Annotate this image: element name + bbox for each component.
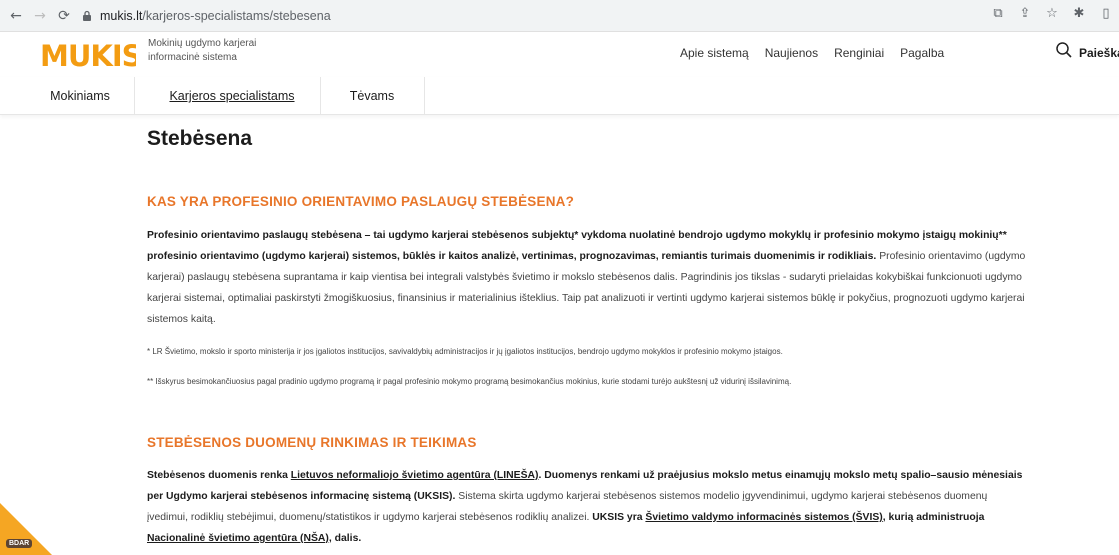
site-tagline: Mokinių ugdymo karjerai informacinė sist… (148, 38, 257, 63)
section2-bold-1: Stebėsenos duomenis renka (147, 470, 291, 481)
section2-bold-3: UKSIS yra (592, 512, 646, 523)
section2-paragraph: Stebėsenos duomenis renka Lietuvos nefor… (147, 465, 1027, 549)
section1-text: Profesinio orientavimo (ugdymo karjerai)… (147, 251, 1026, 325)
audience-navigation: Mokiniams Karjeros specialistams Tėvams (0, 77, 1119, 115)
link-nsa[interactable]: Nacionalinė švietimo agentūra (NŠA) (147, 533, 329, 544)
page-title: Stebėsena (147, 127, 253, 150)
site-header: MUKIS Mokinių ugdymo karjerai informacin… (0, 32, 1119, 77)
tab-tevams[interactable]: Tėvams (322, 77, 422, 115)
back-icon[interactable]: ← (6, 6, 26, 26)
link-svis[interactable]: Švietimo valdymo informacinės sistemos (… (645, 512, 882, 523)
address-bar[interactable]: mukis.lt/karjeros-specialistams/stebesen… (80, 4, 1080, 28)
browser-toolbar: ← → ⟳ mukis.lt/karjeros-specialistams/st… (0, 0, 1119, 32)
side-panel-icon[interactable]: ▯ (1099, 6, 1113, 21)
bdar-privacy-badge[interactable]: BDAR (0, 503, 52, 555)
nav-naujienos[interactable]: Naujienos (765, 46, 818, 60)
bookmark-star-icon[interactable]: ☆ (1045, 6, 1059, 21)
extensions-icon[interactable]: ✱ (1072, 6, 1086, 21)
section-title-data-collection: STEBĖSENOS DUOMENŲ RINKIMAS IR TEIKIMAS (147, 435, 477, 450)
lock-icon (80, 9, 94, 23)
search-icon[interactable] (1055, 41, 1073, 59)
url-text: mukis.lt/karjeros-specialistams/stebesen… (100, 9, 331, 23)
link-linesa[interactable]: Lietuvos neformaliojo švietimo agentūra … (291, 470, 539, 481)
nav-pagalba[interactable]: Pagalba (900, 46, 944, 60)
section2-bold-4: , kurią administruoja (882, 512, 985, 523)
svg-text:MUKIS: MUKIS (40, 39, 136, 71)
divider (134, 77, 135, 115)
translate-icon[interactable]: ⧉ (991, 6, 1005, 21)
tab-mokiniams[interactable]: Mokiniams (28, 77, 132, 115)
section2-bold-5: , dalis. (328, 533, 362, 544)
divider (320, 77, 321, 115)
footnote-2: ** Išskyrus besimokančiuosius pagal prad… (147, 377, 792, 386)
top-navigation: Apie sistemą Naujienos Renginiai Pagalba (680, 46, 960, 60)
nav-renginiai[interactable]: Renginiai (834, 46, 884, 60)
forward-icon[interactable]: → (30, 6, 50, 26)
section1-paragraph: Profesinio orientavimo paslaugų stebėsen… (147, 225, 1027, 330)
tab-karjeros-specialistams[interactable]: Karjeros specialistams (146, 77, 318, 115)
reload-icon[interactable]: ⟳ (54, 6, 74, 26)
nav-apie-sistema[interactable]: Apie sistemą (680, 46, 749, 60)
section-title-what-is-monitoring: KAS YRA PROFESINIO ORIENTAVIMO PASLAUGŲ … (147, 194, 575, 209)
share-icon[interactable]: ⇪ (1018, 6, 1032, 21)
bdar-label: BDAR (6, 539, 33, 548)
divider (424, 77, 425, 115)
mukis-logo[interactable]: MUKIS (40, 39, 136, 71)
footnote-1: * LR Švietimo, mokslo ir sporto minister… (147, 347, 783, 356)
search-label[interactable]: Paieška (1079, 46, 1119, 60)
